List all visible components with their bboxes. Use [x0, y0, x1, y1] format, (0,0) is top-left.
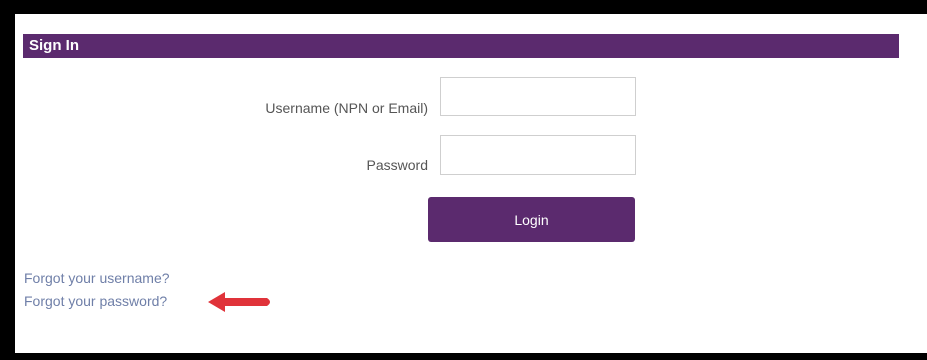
- login-button[interactable]: Login: [428, 197, 635, 242]
- signin-header: Sign In: [23, 34, 899, 58]
- username-label: Username (NPN or Email): [265, 100, 428, 116]
- forgot-password-link[interactable]: Forgot your password?: [24, 293, 167, 309]
- password-label: Password: [366, 157, 428, 173]
- password-field[interactable]: [440, 135, 636, 175]
- forgot-username-link[interactable]: Forgot your username?: [24, 270, 170, 286]
- arrow-left-icon: [208, 292, 270, 312]
- username-field[interactable]: [440, 77, 636, 116]
